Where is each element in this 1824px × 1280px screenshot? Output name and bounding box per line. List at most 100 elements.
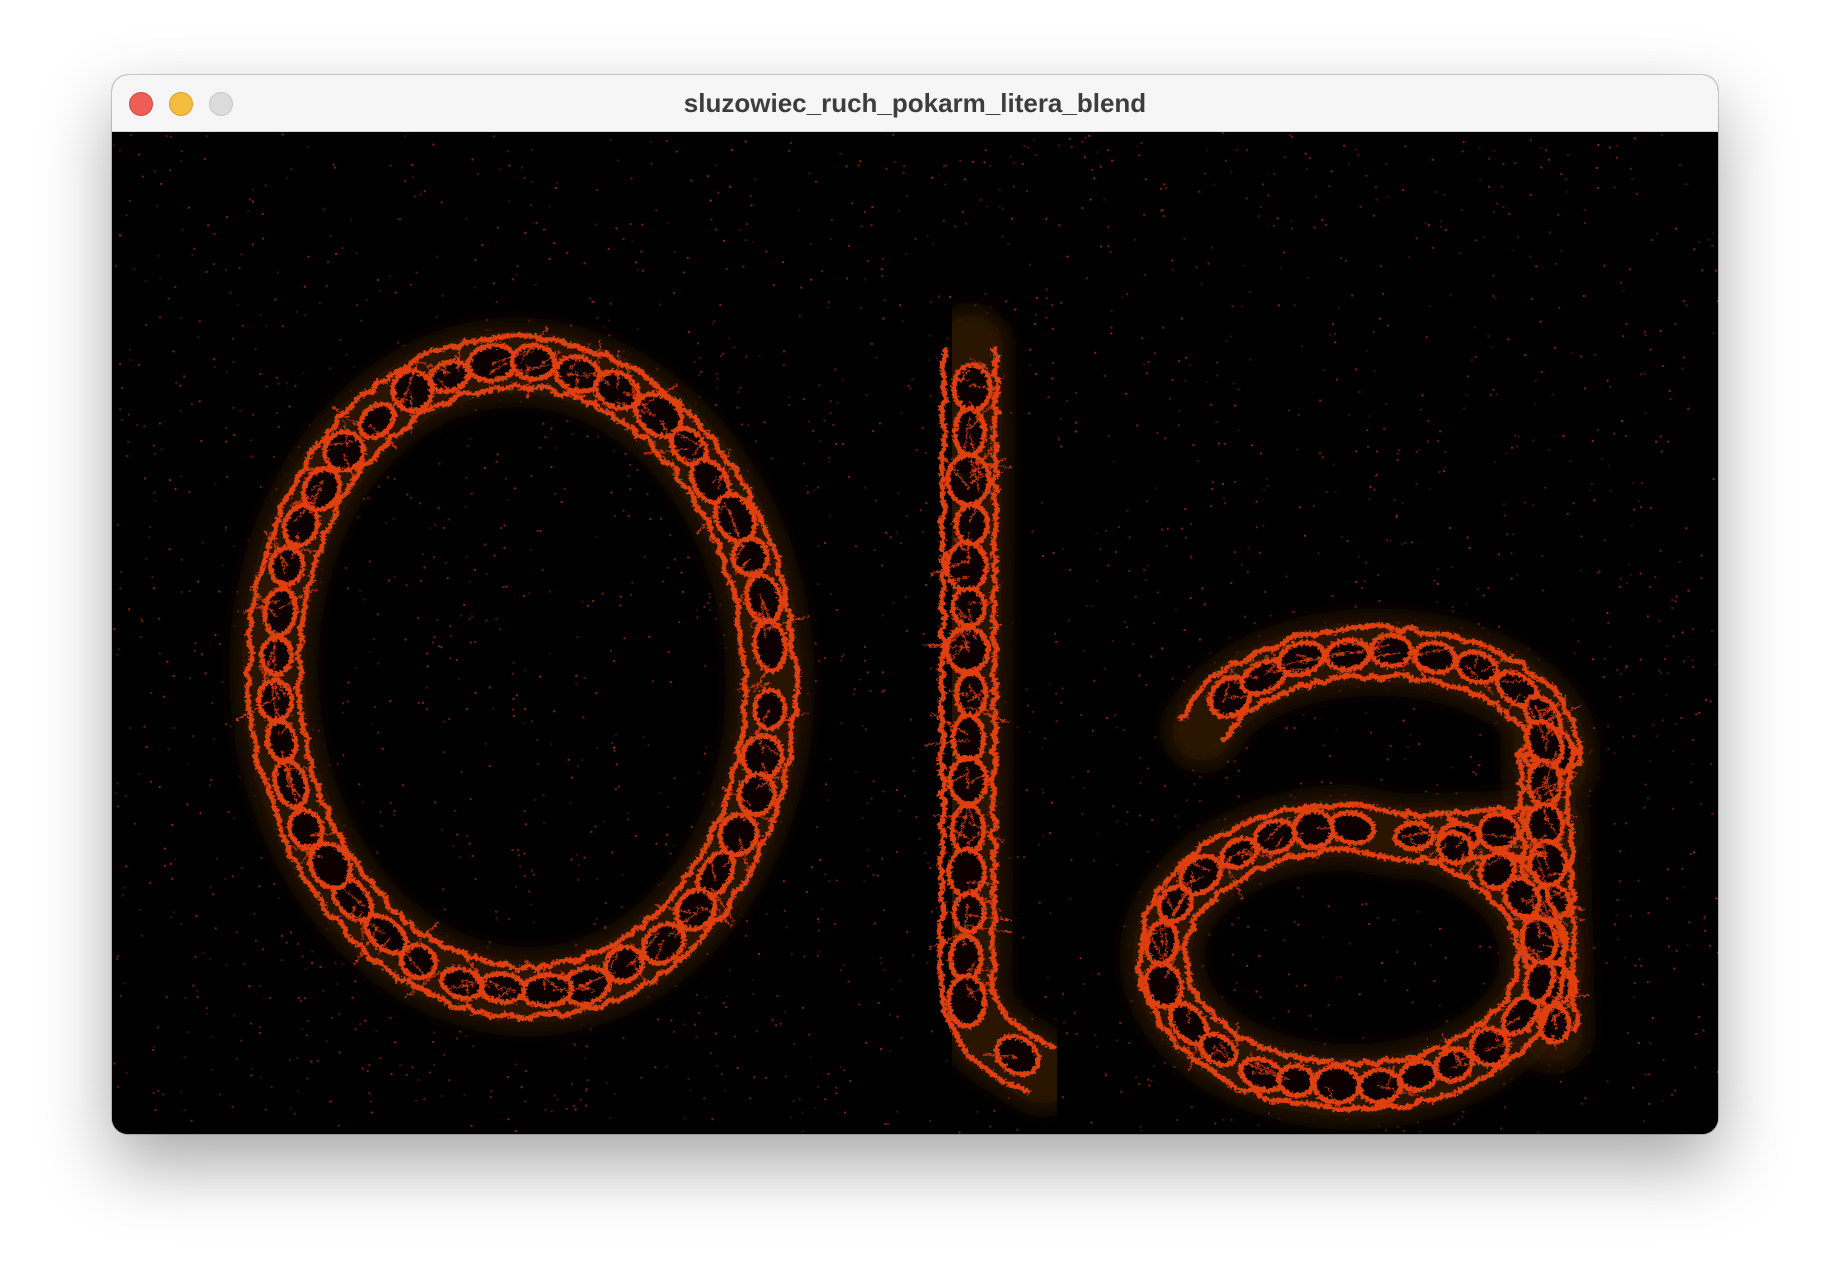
food-particle bbox=[322, 989, 325, 992]
food-particle bbox=[801, 1111, 804, 1114]
food-particle bbox=[926, 234, 929, 237]
food-particle bbox=[1451, 766, 1454, 769]
food-particle bbox=[1231, 923, 1234, 926]
food-particle bbox=[1075, 392, 1078, 394]
food-particle bbox=[642, 269, 645, 272]
food-particle bbox=[473, 568, 476, 571]
food-particle bbox=[1304, 152, 1307, 155]
food-particle bbox=[665, 843, 667, 846]
food-particle bbox=[1452, 610, 1455, 613]
food-particle bbox=[643, 555, 646, 558]
food-particle bbox=[174, 488, 177, 490]
food-particle bbox=[449, 657, 452, 660]
food-particle bbox=[1285, 727, 1288, 730]
food-particle bbox=[1621, 419, 1623, 422]
food-particle bbox=[168, 548, 171, 551]
food-particle bbox=[434, 801, 437, 804]
food-particle bbox=[899, 542, 902, 545]
food-particle bbox=[319, 966, 322, 968]
food-particle bbox=[516, 849, 519, 852]
food-particle bbox=[834, 1086, 837, 1089]
food-particle bbox=[772, 284, 775, 286]
food-particle bbox=[610, 649, 612, 652]
title-bar[interactable]: sluzowiec_ruch_pokarm_litera_blend bbox=[112, 75, 1718, 132]
food-particle bbox=[1044, 995, 1047, 998]
food-particle bbox=[1385, 539, 1388, 542]
food-particle bbox=[1116, 820, 1119, 823]
food-particle bbox=[539, 530, 542, 533]
food-particle bbox=[1592, 658, 1594, 661]
food-particle bbox=[289, 1059, 292, 1062]
food-particle bbox=[666, 806, 669, 808]
slime-cell bbox=[1476, 811, 1521, 852]
food-particle bbox=[517, 854, 520, 857]
food-particle bbox=[519, 400, 522, 403]
food-particle bbox=[619, 595, 622, 598]
food-particle bbox=[240, 867, 243, 869]
food-particle bbox=[1427, 420, 1430, 422]
food-particle bbox=[1025, 190, 1028, 193]
food-particle bbox=[1066, 399, 1069, 402]
food-particle bbox=[165, 135, 168, 138]
food-particle bbox=[1321, 219, 1324, 222]
food-particle bbox=[1579, 569, 1582, 572]
food-particle bbox=[1597, 144, 1600, 146]
food-particle bbox=[1047, 396, 1050, 399]
food-particle bbox=[500, 527, 503, 529]
food-particle bbox=[260, 856, 263, 859]
food-particle bbox=[354, 980, 357, 983]
food-particle bbox=[1042, 791, 1045, 794]
food-particle bbox=[1096, 151, 1099, 154]
food-particle bbox=[1083, 787, 1085, 790]
food-particle bbox=[1694, 1066, 1697, 1069]
sketch-canvas[interactable] bbox=[112, 132, 1718, 1134]
food-particle bbox=[1482, 982, 1485, 985]
food-particle bbox=[1712, 332, 1715, 335]
food-particle bbox=[1268, 1112, 1270, 1115]
food-particle bbox=[355, 252, 358, 255]
food-particle bbox=[925, 502, 928, 504]
food-particle bbox=[1148, 1084, 1151, 1087]
food-particle bbox=[583, 262, 586, 265]
food-particle bbox=[878, 422, 881, 425]
food-particle bbox=[393, 575, 396, 578]
food-particle bbox=[261, 213, 264, 215]
food-particle bbox=[1329, 782, 1332, 784]
food-particle bbox=[1334, 332, 1336, 335]
food-particle bbox=[422, 553, 425, 556]
food-particle bbox=[1005, 300, 1007, 303]
food-particle bbox=[1427, 224, 1430, 227]
food-particle bbox=[1439, 220, 1442, 223]
food-particle bbox=[119, 234, 121, 237]
food-particle bbox=[943, 165, 945, 168]
food-particle bbox=[236, 590, 239, 593]
food-particle bbox=[1289, 134, 1291, 137]
food-particle bbox=[1539, 320, 1542, 323]
food-particle bbox=[113, 628, 116, 631]
food-particle bbox=[411, 164, 414, 166]
food-particle bbox=[306, 1034, 308, 1037]
food-particle bbox=[1702, 1029, 1705, 1032]
food-particle bbox=[1210, 246, 1213, 249]
food-particle bbox=[722, 352, 725, 355]
food-particle bbox=[544, 1108, 547, 1111]
food-particle bbox=[1444, 229, 1447, 232]
food-particle bbox=[1332, 323, 1335, 326]
food-particle bbox=[193, 247, 196, 250]
slime-tendril bbox=[933, 814, 968, 818]
food-particle bbox=[1361, 903, 1364, 906]
food-particle bbox=[410, 496, 413, 499]
food-particle bbox=[1081, 812, 1084, 815]
food-particle bbox=[1424, 222, 1427, 225]
food-particle bbox=[1245, 964, 1248, 967]
food-particle bbox=[1145, 372, 1148, 375]
food-particle bbox=[594, 223, 597, 226]
food-particle bbox=[464, 505, 467, 508]
food-particle bbox=[433, 636, 436, 639]
food-particle bbox=[496, 453, 499, 456]
food-particle bbox=[905, 252, 908, 255]
food-particle bbox=[1083, 983, 1085, 985]
food-particle bbox=[465, 217, 468, 220]
food-particle bbox=[882, 909, 885, 912]
food-particle bbox=[515, 694, 518, 697]
